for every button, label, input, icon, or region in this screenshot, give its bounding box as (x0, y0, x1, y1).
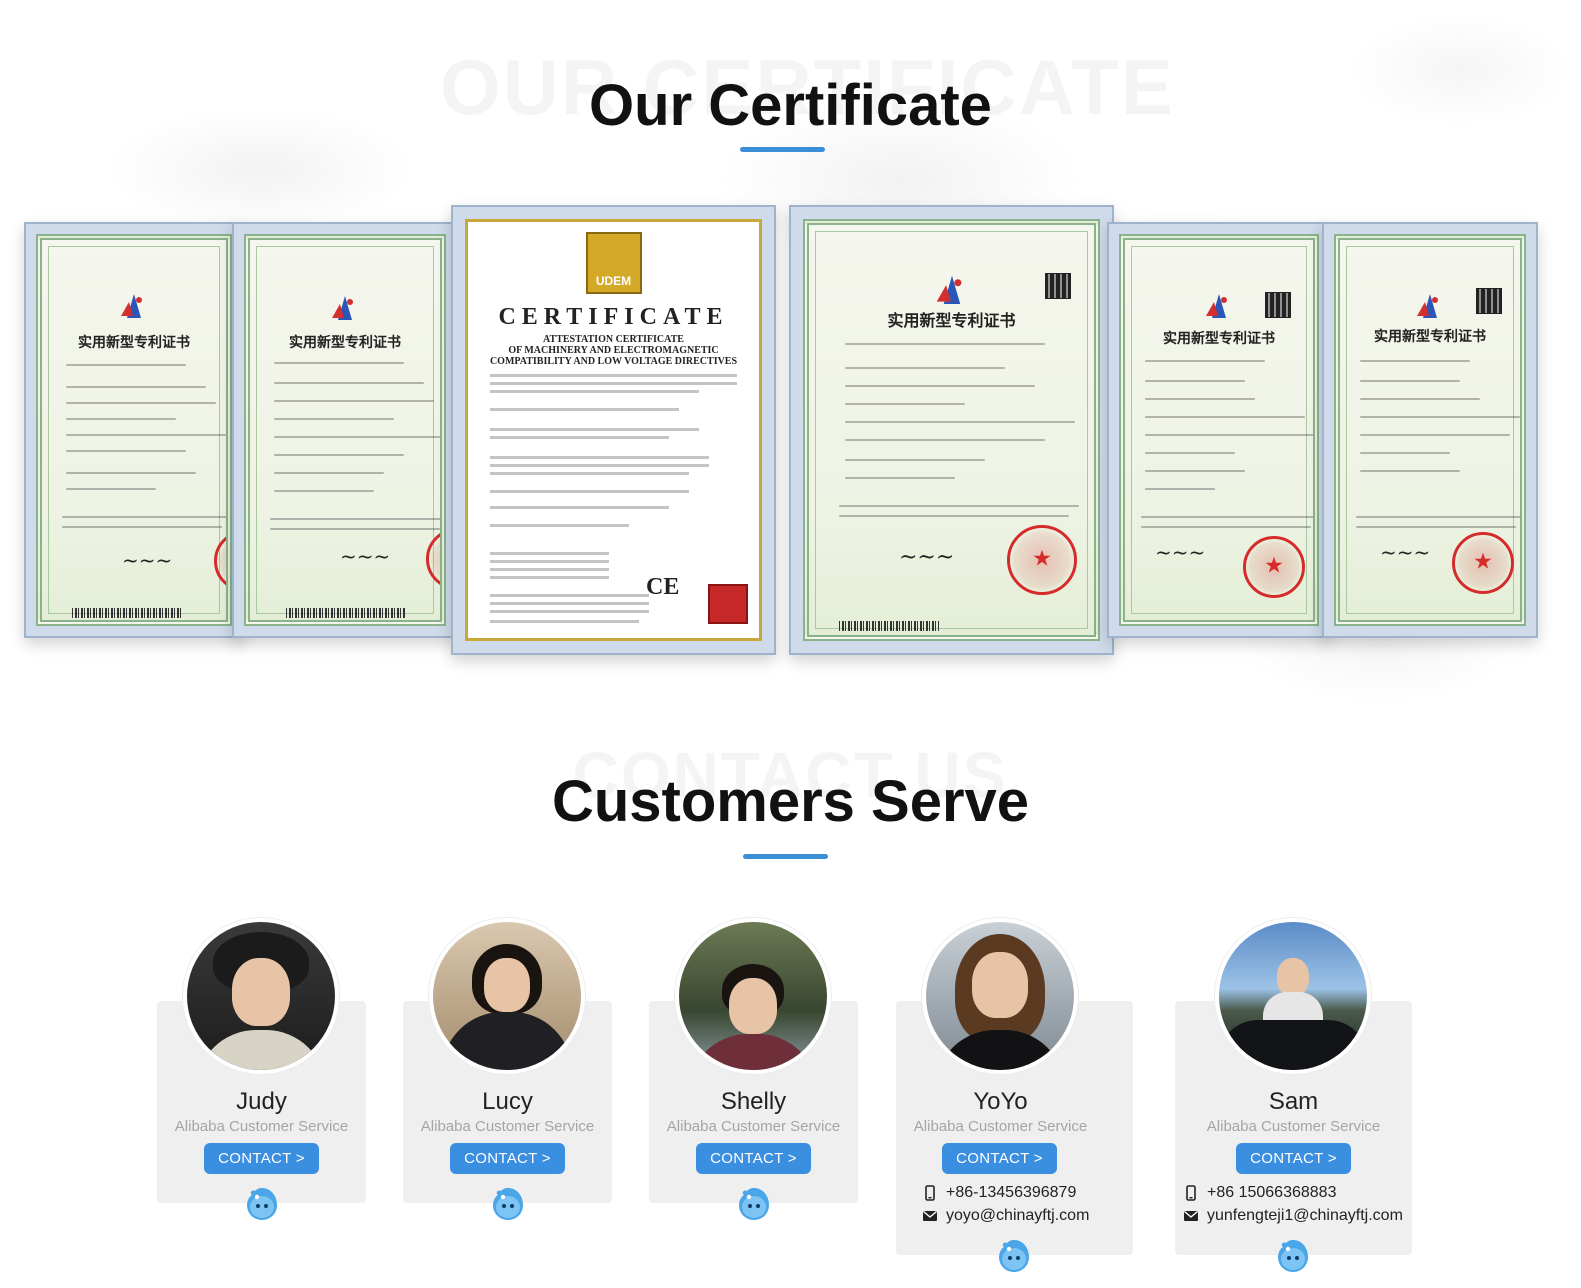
qr-code-icon (1045, 273, 1071, 299)
udem-logo-icon: UDEM (585, 232, 642, 294)
certificate-card-2[interactable]: 实用新型专利证书 ~~~ (232, 222, 458, 638)
certificate-paper: UDEM CERTIFICATE ATTESTATION CERTIFICATE… (465, 219, 762, 641)
avatar-lucy (429, 918, 585, 1074)
member-name: Shelly (720, 1088, 787, 1115)
cnipa-logo-icon (332, 296, 353, 320)
email-row-yoyo[interactable]: yoyo@chinayftj.com (922, 1207, 1089, 1225)
certificate-signature: ~~~ (1380, 540, 1431, 564)
certificate-paper: 实用新型专利证书 ~~~ (244, 234, 446, 626)
customers-title-underline (743, 854, 828, 859)
qq-icon[interactable] (1274, 1238, 1312, 1274)
customers-section-title: Customers Serve (551, 769, 1030, 834)
qr-code-icon (1265, 292, 1291, 318)
certificate-card-6[interactable]: 实用新型专利证书 ~~~ (1322, 222, 1538, 638)
phone-row-sam[interactable]: +86 15066368883 (1183, 1184, 1336, 1202)
member-name: YoYo (973, 1088, 1028, 1115)
certificate-signature: ~~~ (122, 548, 173, 572)
qq-icon[interactable] (243, 1186, 281, 1222)
certificate-paper: 实用新型专利证书 ~~~ (1334, 234, 1526, 626)
contact-button-lucy[interactable]: CONTACT > (450, 1143, 565, 1174)
certificate-title: CERTIFICATE (498, 304, 729, 330)
certificate-paper: 实用新型专利证书 ~~~ (36, 234, 232, 626)
member-role: Alibaba Customer Service (420, 1118, 595, 1135)
phone-number: +86-13456396879 (946, 1184, 1077, 1201)
avatar-judy (183, 918, 339, 1074)
member-role: Alibaba Customer Service (913, 1118, 1088, 1135)
certificate-barcode (286, 608, 406, 618)
member-name: Judy (236, 1088, 287, 1115)
qr-code-icon (1476, 288, 1502, 314)
member-role: Alibaba Customer Service (666, 1118, 841, 1135)
certificate-section-title: Our Certificate (589, 73, 992, 138)
certificate-card-5[interactable]: 实用新型专利证书 ~~~ (1107, 222, 1331, 638)
certificate-subtitle-2: OF MACHINERY AND ELECTROMAGNETIC (508, 345, 719, 356)
email-address: yunfengteji1@chinayftj.com (1207, 1207, 1403, 1224)
certificate-seal (1243, 536, 1305, 598)
cnipa-logo-icon (121, 294, 142, 318)
certificate-signature: ~~~ (340, 544, 391, 568)
certificate-title: 实用新型专利证书 (78, 335, 190, 351)
certificate-title-underline (740, 147, 825, 152)
certificate-title: 实用新型专利证书 (887, 311, 1016, 330)
phone-number: +86 15066368883 (1207, 1184, 1337, 1201)
contact-button-shelly[interactable]: CONTACT > (696, 1143, 811, 1174)
qq-icon[interactable] (489, 1186, 527, 1222)
cnipa-logo-icon (1206, 294, 1227, 318)
certificate-title: 实用新型专利证书 (1374, 329, 1486, 345)
contact-button-judy[interactable]: CONTACT > (204, 1143, 319, 1174)
certificate-barcode (72, 608, 182, 618)
certificate-card-4[interactable]: 实用新型专利证书 ~~~ (789, 205, 1114, 655)
certificate-card-1[interactable]: 实用新型专利证书 ~~~ (24, 222, 244, 638)
avatar-shelly (675, 918, 831, 1074)
phone-icon (1186, 1185, 1196, 1201)
certificate-seal (1007, 525, 1077, 595)
certificate-title: 实用新型专利证书 (1163, 331, 1275, 347)
certificate-paper: 实用新型专利证书 ~~~ (1119, 234, 1319, 626)
certificate-card-udem[interactable]: UDEM CERTIFICATE ATTESTATION CERTIFICATE… (451, 205, 776, 655)
certificate-signature: ~~~ (899, 545, 955, 570)
member-name: Lucy (482, 1088, 533, 1115)
member-name: Sam (1268, 1088, 1319, 1115)
cnipa-logo-icon (1417, 294, 1438, 318)
certificate-subtitle-3: COMPATIBILITY AND LOW VOLTAGE DIRECTIVES (489, 356, 738, 367)
contact-button-yoyo[interactable]: CONTACT > (942, 1143, 1057, 1174)
qq-icon[interactable] (995, 1238, 1033, 1274)
mail-icon (1184, 1210, 1198, 1221)
certificate-barcode (839, 621, 939, 631)
certificate-signature: ~~~ (1155, 540, 1206, 564)
member-role: Alibaba Customer Service (174, 1118, 349, 1135)
certificate-subtitle-1: ATTESTATION CERTIFICATE (543, 334, 684, 345)
certificate-seal (1452, 532, 1514, 594)
ce-mark: CE (646, 574, 680, 600)
certificate-paper: 实用新型专利证书 ~~~ (803, 219, 1100, 641)
avatar-sam (1215, 918, 1371, 1074)
udem-badge-icon (708, 584, 748, 624)
phone-row-yoyo[interactable]: +86-13456396879 (922, 1184, 1076, 1202)
certificate-title: 实用新型专利证书 (289, 335, 401, 351)
phone-icon (925, 1185, 935, 1201)
email-address: yoyo@chinayftj.com (946, 1207, 1090, 1224)
email-row-sam[interactable]: yunfengteji1@chinayftj.com (1183, 1207, 1403, 1225)
qq-icon[interactable] (735, 1186, 773, 1222)
mail-icon (923, 1210, 937, 1221)
cnipa-logo-icon (936, 275, 961, 304)
member-role: Alibaba Customer Service (1206, 1118, 1381, 1135)
avatar-yoyo (922, 918, 1078, 1074)
contact-button-sam[interactable]: CONTACT > (1236, 1143, 1351, 1174)
